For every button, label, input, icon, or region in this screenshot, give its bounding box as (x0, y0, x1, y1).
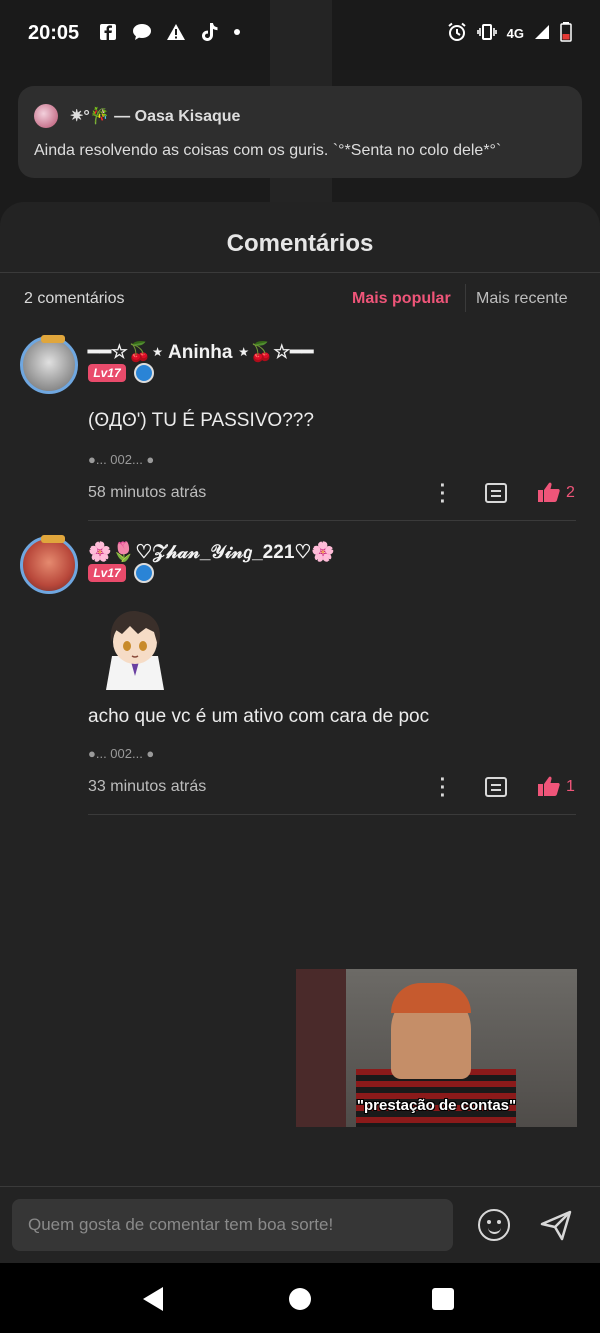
tiktok-icon (200, 22, 220, 42)
avatar-frame-tag (41, 335, 65, 343)
comment-item: 🌸🌷♡𝒵𝒽𝒶𝓃_𝒴𝒾𝓃𝑔_221♡🌸 Lv17 acho que vc é um… (0, 535, 600, 816)
avatar[interactable] (20, 535, 78, 594)
send-icon[interactable] (538, 1207, 574, 1243)
divider (465, 284, 466, 312)
more-options-icon[interactable]: · · · (438, 476, 448, 512)
reply-icon[interactable] (485, 483, 507, 503)
comment-meta: ●... 002... ● (88, 452, 155, 467)
comment-input-bar (0, 1186, 600, 1263)
page-title: Comentários (226, 230, 374, 257)
comment-author[interactable]: 🌸🌷♡𝒵𝒽𝒶𝓃_𝒴𝒾𝓃𝑔_221♡🌸 (88, 540, 335, 564)
status-app-icons (98, 22, 240, 42)
home-icon[interactable] (289, 1288, 311, 1310)
status-system-icons: 4G (447, 22, 572, 45)
video-caption: "prestação de contas" (356, 1097, 517, 1114)
like-count: 1 (566, 778, 575, 795)
comment-item: ━━☆🍒⋆ Aninha ⋆🍒☆━━ Lv17 (ʘДʘ') TU É PASS… (0, 335, 600, 522)
verified-badge-icon (134, 363, 154, 383)
alarm-icon (447, 22, 467, 45)
back-icon[interactable] (143, 1287, 163, 1311)
comment-text: acho que vc é um ativo com cara de poc (88, 706, 430, 727)
reply-icon[interactable] (485, 777, 507, 797)
sort-recent-tab[interactable]: Mais recente (476, 290, 568, 308)
divider (88, 814, 576, 815)
comment-count: 2 comentários (24, 290, 125, 307)
status-time: 20:05 (28, 22, 80, 44)
more-options-icon[interactable]: · · · (438, 770, 448, 806)
notification-card[interactable]: ✷°🎋 — Oasa Kisaque Ainda resolvendo as c… (18, 86, 582, 178)
divider (88, 520, 576, 521)
comment-author[interactable]: ━━☆🍒⋆ Aninha ⋆🍒☆━━ (88, 340, 313, 364)
level-badge: Lv17 (88, 364, 126, 382)
anime-sticker-image (100, 606, 170, 690)
video-person-hair (391, 983, 471, 1013)
battery-icon (560, 22, 572, 45)
thumbs-up-icon[interactable] (538, 482, 560, 502)
sort-popular-tab[interactable]: Mais popular (352, 290, 451, 308)
thumbs-up-icon[interactable] (538, 776, 560, 796)
notification-text: Ainda resolvendo as coisas com os guris.… (34, 142, 502, 159)
avatar (34, 104, 58, 128)
verified-badge-icon (134, 563, 154, 583)
comment-meta: ●... 002... ● (88, 746, 155, 761)
signal-icon (534, 24, 550, 43)
notification-dot-icon (234, 29, 240, 35)
chat-icon (132, 22, 152, 42)
notification-sender: ✷°🎋 — Oasa Kisaque (70, 108, 241, 125)
like-count: 2 (566, 484, 575, 501)
comment-time: 33 minutos atrás (88, 778, 207, 795)
level-badge: Lv17 (88, 564, 126, 582)
recent-apps-icon[interactable] (432, 1288, 454, 1310)
comment-time: 58 minutos atrás (88, 484, 207, 501)
warning-icon (166, 22, 186, 42)
avatar[interactable] (20, 335, 78, 394)
navigation-bar (0, 1263, 600, 1333)
emoji-icon[interactable] (478, 1209, 510, 1241)
comment-input[interactable] (12, 1199, 453, 1251)
vibrate-icon (476, 23, 497, 44)
network-type-label: 4G (506, 26, 524, 41)
picture-in-picture-video[interactable]: "prestação de contas" (296, 969, 577, 1127)
divider (0, 272, 600, 273)
avatar-frame-tag (41, 535, 65, 543)
comment-text: (ʘДʘ') TU É PASSIVO??? (88, 410, 314, 431)
facebook-icon (98, 22, 118, 42)
